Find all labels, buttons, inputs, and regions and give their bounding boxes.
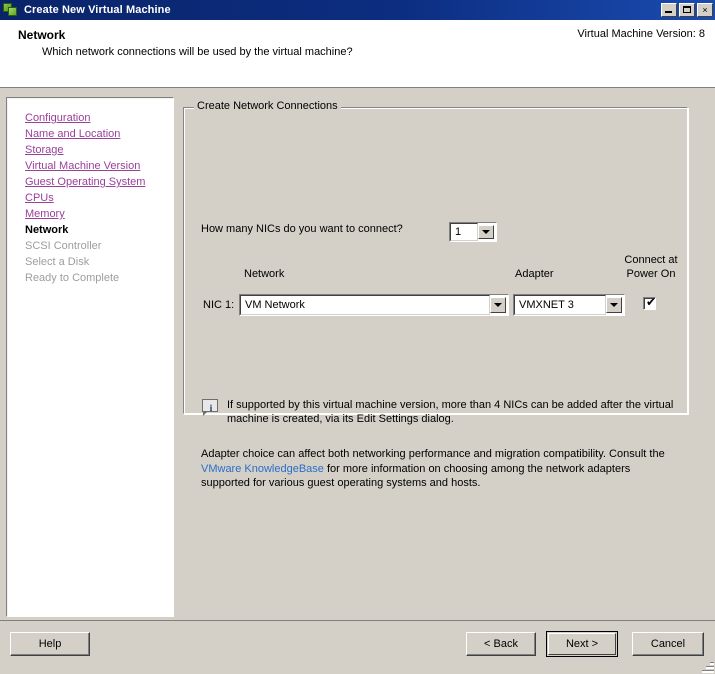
network-value: VM Network (245, 299, 305, 311)
network-dropdown[interactable]: VM Network (239, 294, 509, 316)
vm-version-label: Virtual Machine Version: 8 (577, 28, 705, 40)
sidebar-item-name-and-location[interactable]: Name and Location (25, 126, 173, 142)
chevron-down-icon[interactable] (478, 225, 494, 239)
window-title: Create New Virtual Machine (24, 4, 171, 16)
sidebar-item-guest-operating-system[interactable]: Guest Operating System (25, 174, 173, 190)
sidebar-item-virtual-machine-version[interactable]: Virtual Machine Version (25, 158, 173, 174)
wizard-body: Configuration Name and Location Storage Vir… (0, 89, 715, 620)
sidebar-item-cpus[interactable]: CPUs (25, 190, 173, 206)
help-button-label: Help (38, 638, 62, 650)
adapter-note-text-1: Adapter choice can affect both networkin… (201, 448, 665, 460)
window-titlebar: Create New Virtual Machine × (0, 0, 715, 20)
wizard-header: Network Which network connections will b… (0, 20, 715, 88)
sidebar-item-configuration[interactable]: Configuration (25, 110, 173, 126)
sidebar-item-scsi-controller: SCSI Controller (25, 240, 102, 252)
chevron-down-icon[interactable] (490, 297, 506, 313)
sidebar-item-memory[interactable]: Memory (25, 206, 173, 222)
checkmark-icon: ✔ (646, 295, 657, 309)
minimize-button[interactable] (661, 3, 677, 17)
create-new-vm-dialog: Create New Virtual Machine × Network Whi… (0, 0, 715, 674)
back-button[interactable]: < Back (466, 632, 536, 656)
resize-grip[interactable] (700, 659, 714, 673)
column-header-network: Network (244, 268, 285, 280)
connect-at-power-on-checkbox[interactable]: ✔ (643, 295, 657, 310)
next-button[interactable]: Next > (546, 631, 618, 657)
window-controls: × (661, 3, 713, 17)
nic-count-dropdown[interactable]: 1 (449, 222, 497, 242)
cancel-button[interactable]: Cancel (632, 632, 704, 656)
vmware-knowledgebase-link[interactable]: VMware KnowledgeBase (201, 463, 324, 475)
adapter-value: VMXNET 3 (519, 299, 574, 311)
cancel-button-label: Cancel (650, 638, 686, 650)
nic-count-question: How many NICs do you want to connect? (201, 223, 403, 235)
sidebar-item-ready-to-complete: Ready to Complete (25, 272, 120, 284)
column-header-connect-at-power-on: Connect at Power On (613, 253, 689, 281)
nic-count-value: 1 (455, 226, 462, 238)
sidebar-item-select-a-disk: Select a Disk (25, 256, 90, 268)
vmware-vm-icon (3, 2, 19, 18)
group-title: Create Network Connections (194, 100, 341, 112)
wizard-steps-sidebar: Configuration Name and Location Storage Vir… (6, 97, 174, 617)
column-header-adapter: Adapter (515, 268, 554, 280)
close-button[interactable]: × (697, 3, 713, 17)
connect-line-2: Power On (626, 268, 676, 280)
info-icon: i (201, 399, 221, 419)
back-button-label: < Back (484, 638, 518, 650)
sidebar-item-storage[interactable]: Storage (25, 142, 173, 158)
help-button[interactable]: Help (10, 632, 90, 656)
sidebar-item-network: Network (25, 224, 69, 236)
page-title: Network (18, 28, 66, 42)
page-subtitle: Which network connections will be used b… (42, 46, 353, 58)
maximize-button[interactable] (679, 3, 695, 17)
close-icon: × (702, 4, 708, 15)
nic-info-note: If supported by this virtual machine ver… (227, 399, 674, 425)
connect-line-1: Connect at (624, 254, 678, 266)
next-button-label: Next > (565, 638, 599, 650)
adapter-choice-note: Adapter choice can affect both networkin… (201, 447, 675, 491)
nic-row-label: NIC 1: (203, 299, 235, 311)
chevron-down-icon[interactable] (606, 297, 622, 313)
adapter-dropdown[interactable]: VMXNET 3 (513, 294, 625, 316)
